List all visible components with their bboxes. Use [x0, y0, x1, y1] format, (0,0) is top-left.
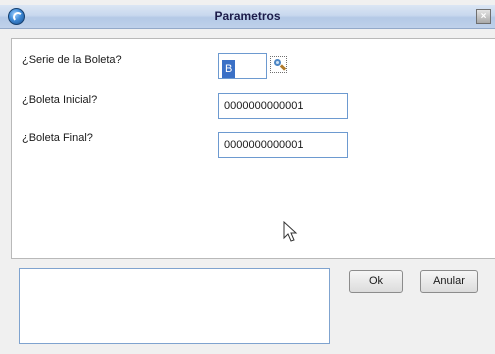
serie-label: ¿Serie de la Boleta? [22, 54, 122, 66]
boleta-inicial-label: ¿Boleta Inicial? [22, 94, 98, 106]
serie-value: B [222, 60, 236, 78]
anular-button[interactable]: Anular [420, 270, 478, 293]
title-bar: Parametros × [0, 5, 495, 29]
boleta-final-input[interactable]: 0000000000001 [218, 132, 348, 158]
boleta-final-label: ¿Boleta Final? [22, 132, 93, 144]
boleta-inicial-input[interactable]: 0000000000001 [218, 93, 348, 119]
close-button[interactable]: × [476, 9, 491, 24]
serie-lookup-button[interactable] [270, 56, 287, 73]
ok-button[interactable]: Ok [349, 270, 403, 293]
parameters-panel: ¿Serie de la Boleta? B ¿Boleta Inicial? … [11, 38, 495, 259]
memo-textarea[interactable] [19, 268, 330, 344]
mouse-cursor-icon [283, 221, 298, 242]
serie-input[interactable]: B [218, 53, 267, 79]
window-title: Parametros [214, 9, 281, 23]
